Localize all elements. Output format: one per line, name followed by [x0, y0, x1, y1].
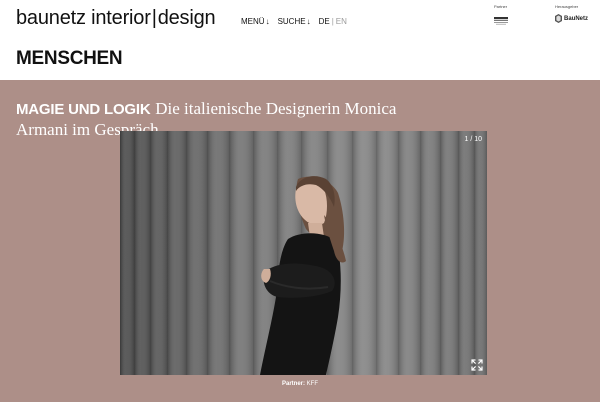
search-button[interactable]: SUCHE↓ [278, 17, 311, 27]
expand-icon[interactable] [471, 359, 483, 371]
site-logo[interactable]: baunetz interior|design [16, 6, 216, 30]
caption-label: Partner: [281, 381, 305, 387]
language-en[interactable]: EN [336, 17, 347, 27]
logo-separator: | [151, 7, 157, 29]
portrait-photo [120, 131, 487, 375]
site-header: baunetz interior|design MENÜ↓ SUCHE↓ DE … [0, 0, 600, 40]
partner-logo-icon[interactable] [494, 17, 508, 25]
section-title: MENSCHEN [16, 48, 123, 69]
baunetz-logo-icon [555, 14, 562, 23]
publisher-label: Herausgeber [555, 4, 579, 9]
baunetz-logo-text: BauNetz [564, 15, 589, 22]
menu-button[interactable]: MENÜ↓ [241, 17, 270, 27]
feature-panel: MAGIE UND LOGIK Die italienische Designe… [0, 80, 600, 402]
logo-part-interior: interior [91, 7, 151, 29]
headline-kicker: MAGIE UND LOGIK [16, 101, 151, 118]
arrow-down-icon: ↓ [306, 17, 311, 26]
caption-partner[interactable]: KFF [307, 381, 318, 387]
main-nav: MENÜ↓ SUCHE↓ DE | EN [241, 17, 347, 27]
language-de[interactable]: DE [319, 17, 330, 27]
image-caption: Partner: KFF [0, 380, 600, 388]
gallery-counter: 1 / 10 [464, 136, 482, 143]
baunetz-logo[interactable]: BauNetz [555, 14, 588, 23]
logo-part-design: design [157, 7, 216, 29]
partner-label: Partner [494, 4, 508, 9]
language-separator: | [331, 17, 334, 26]
logo-part-baunetz: baunetz [16, 7, 86, 29]
publisher-block: Herausgeber BauNetz [555, 4, 595, 23]
menu-label: MENÜ [241, 17, 265, 26]
search-label: SUCHE [277, 17, 306, 26]
partner-block: Partner [494, 4, 534, 25]
gallery-image[interactable]: 1 / 10 [120, 131, 487, 375]
arrow-down-icon: ↓ [265, 17, 270, 26]
language-switch: DE | EN [319, 17, 347, 27]
